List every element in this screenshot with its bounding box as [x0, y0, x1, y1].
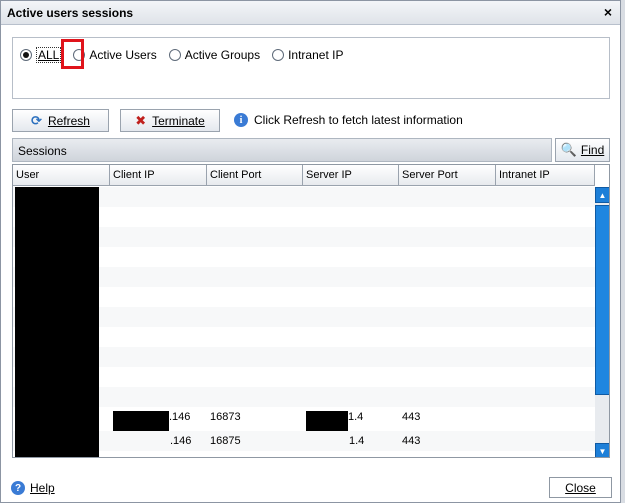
radio-intranet-ip-indicator[interactable]	[272, 49, 285, 61]
cell-server-port: 443	[402, 435, 421, 447]
help-label: Help	[30, 481, 55, 495]
find-button-label: Find	[580, 143, 605, 157]
column-header-client-port[interactable]: Client Port	[207, 165, 303, 186]
column-header-client-ip[interactable]: Client IP	[110, 165, 207, 186]
scroll-up-icon[interactable]: ▲	[595, 187, 609, 203]
table-row-empty	[13, 367, 595, 387]
column-header-user[interactable]: User	[13, 165, 110, 186]
radio-active-groups-label: Active Groups	[184, 48, 261, 62]
table-row-empty	[13, 207, 595, 227]
terminate-button[interactable]: ✖ Terminate	[120, 109, 220, 132]
radio-intranet-ip[interactable]: Intranet IP	[272, 48, 343, 62]
search-icon: 🔍	[560, 142, 577, 157]
sessions-grid: User Client IP Client Port Server IP Ser…	[12, 164, 610, 458]
close-button-label: Close	[565, 480, 596, 495]
column-header-intranet-ip[interactable]: Intranet IP	[496, 165, 595, 186]
radio-intranet-ip-label: Intranet IP	[288, 48, 344, 62]
table-row-empty	[13, 227, 595, 247]
radio-active-groups-indicator[interactable]	[168, 49, 181, 61]
radio-active-users[interactable]: Active Users	[73, 48, 157, 62]
info-message: i Click Refresh to fetch latest informat…	[234, 113, 463, 127]
table-row-empty	[13, 187, 595, 207]
cell-server-port: 443	[402, 411, 421, 423]
redaction-block	[306, 411, 348, 431]
radio-all[interactable]: ALL	[20, 47, 62, 63]
cell-client-port: 16873	[210, 411, 241, 423]
redaction-block	[113, 411, 169, 431]
sessions-title: Sessions	[18, 144, 67, 158]
redaction-block-user-column	[15, 187, 99, 457]
filter-group: ALL Active Users Active Groups Intranet …	[12, 37, 610, 99]
cell-client-ip: .146	[110, 407, 207, 431]
table-row[interactable]: .146 16875 1.4 443	[13, 431, 595, 451]
refresh-icon: ⟳	[31, 112, 42, 128]
cell-client-port: 16875	[210, 435, 241, 447]
info-text: Click Refresh to fetch latest informatio…	[254, 113, 463, 127]
scrollbar-thumb[interactable]	[595, 205, 609, 395]
grid-header: User Client IP Client Port Server IP Ser…	[13, 165, 595, 186]
table-row-empty	[13, 387, 595, 407]
table-row-empty	[13, 267, 595, 287]
refresh-button-label: Refresh	[47, 113, 90, 128]
column-header-server-port[interactable]: Server Port	[399, 165, 496, 186]
refresh-button[interactable]: ⟳ Refresh	[12, 109, 109, 132]
find-button[interactable]: 🔍 Find	[555, 138, 610, 162]
info-icon: i	[234, 113, 248, 127]
close-icon[interactable]: ×	[604, 4, 612, 20]
sessions-dialog: Active users sessions × ALL Active Users…	[0, 0, 621, 503]
radio-active-users-indicator[interactable]	[73, 49, 86, 61]
terminate-button-label: Terminate	[152, 113, 205, 128]
cell-client-ip: .146	[170, 435, 192, 447]
grid-rows: .146 16873 1.4 443 .146 16875 1.4 443	[13, 187, 595, 451]
cell-intranet-ip	[496, 407, 595, 431]
help-icon: ?	[11, 481, 25, 495]
table-row-empty	[13, 327, 595, 347]
radio-active-users-label: Active Users	[89, 48, 157, 62]
cell-server-ip: 1.4	[303, 407, 399, 431]
table-row-empty	[13, 247, 595, 267]
radio-all-indicator[interactable]	[20, 49, 32, 61]
cell-server-ip: 1.4	[349, 435, 365, 447]
title-bar: Active users sessions ×	[1, 1, 620, 25]
terminate-icon: ✖	[135, 112, 147, 128]
vertical-scrollbar[interactable]: ▲ ▼	[595, 187, 609, 457]
client-ip-value: .146	[169, 411, 191, 423]
scroll-down-icon[interactable]: ▼	[595, 443, 609, 457]
table-row-empty	[13, 307, 595, 327]
window-title: Active users sessions	[7, 6, 134, 20]
cell-intranet-ip	[496, 431, 595, 451]
table-row-empty	[13, 347, 595, 367]
table-row-empty	[13, 287, 595, 307]
radio-all-label: ALL	[36, 47, 62, 63]
sessions-header: Sessions	[12, 138, 552, 162]
radio-active-groups[interactable]: Active Groups	[168, 48, 261, 62]
help-link[interactable]: ? Help	[11, 481, 55, 495]
close-button[interactable]: Close	[549, 477, 612, 498]
column-header-server-ip[interactable]: Server IP	[303, 165, 399, 186]
server-ip-value: 1.4	[348, 411, 364, 423]
table-row[interactable]: .146 16873 1.4 443	[13, 407, 595, 431]
